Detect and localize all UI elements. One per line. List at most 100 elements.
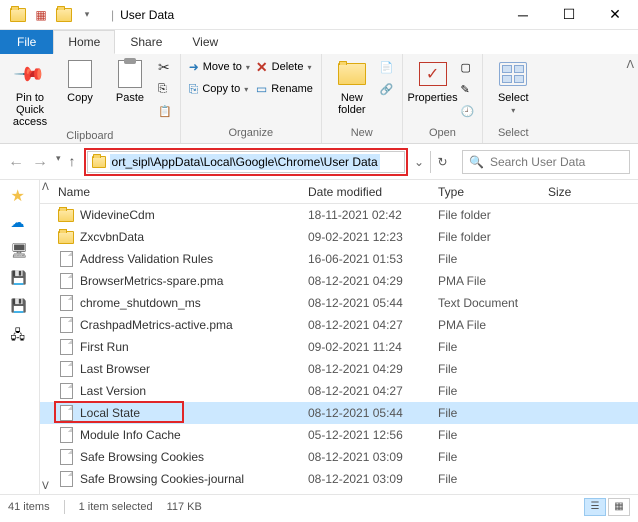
tab-share[interactable]: Share	[115, 30, 177, 54]
status-size: 117 KB	[167, 501, 202, 513]
tab-home[interactable]: Home	[53, 30, 115, 54]
maximize-button[interactable]: ☐	[546, 0, 592, 30]
moveto-icon: ➜	[189, 60, 199, 74]
file-type: Text Document	[430, 296, 540, 310]
pin-quick-access-button[interactable]: 📌 Pin to Quick access	[6, 56, 54, 130]
file-row[interactable]: Last Browser08-12-2021 04:29File	[40, 358, 638, 380]
group-label-organize: Organize	[187, 127, 315, 141]
group-label-select: Select	[489, 127, 537, 141]
qat-dropdown-icon[interactable]: ▾	[77, 5, 97, 25]
paste-shortcut-button[interactable]: 📋	[156, 100, 174, 122]
sidebar-network-icon[interactable]: 🖧	[11, 326, 29, 344]
sidebar-drive-icon[interactable]: 💾	[11, 270, 29, 288]
thispc-icon[interactable]: 🖥	[11, 242, 29, 260]
file-row[interactable]: Address Validation Rules 16-06-2021 01:53…	[40, 248, 638, 270]
close-button[interactable]: ✕	[592, 0, 638, 30]
tab-file[interactable]: File	[0, 30, 53, 54]
file-type: File	[430, 406, 540, 420]
ribbon-collapse-icon[interactable]: ᐱ	[622, 54, 638, 143]
nav-up-button[interactable]: ↑	[69, 153, 76, 171]
status-selected: 1 item selected	[79, 501, 153, 513]
file-type: File	[430, 450, 540, 464]
moveto-button[interactable]: ➜Move to▾	[187, 56, 252, 78]
file-name: Local State	[80, 406, 140, 420]
delete-button[interactable]: ✕Delete▾	[254, 56, 315, 78]
file-name: Address Validation Rules	[80, 252, 213, 266]
minimize-button[interactable]: ─	[500, 0, 546, 30]
copy-button[interactable]: Copy	[56, 56, 104, 106]
new-item-button[interactable]: 📄	[378, 56, 396, 78]
file-icon	[58, 405, 74, 421]
rename-button[interactable]: ▭Rename	[254, 78, 315, 100]
app-folder-icon	[8, 5, 28, 25]
search-icon: 🔍	[469, 155, 484, 169]
address-dropdown-icon[interactable]: ⌄	[408, 155, 430, 169]
nav-pane[interactable]: ★ ☁ 🖥 💾 💾 🖧	[0, 180, 40, 494]
properties-button[interactable]: ✓ Properties	[409, 56, 457, 106]
refresh-button[interactable]: ↻	[430, 151, 454, 173]
cut-button[interactable]: ✂	[156, 56, 174, 78]
file-row[interactable]: Local State08-12-2021 05:44File	[40, 402, 638, 424]
qat-folder-icon[interactable]	[54, 5, 74, 25]
group-label-new: New	[328, 127, 396, 141]
view-details-button[interactable]: ☰	[584, 498, 606, 516]
titlebar: ▦ ▾ | User Data ─ ☐ ✕	[0, 0, 638, 30]
file-name: Safe Browsing Cookies-journal	[80, 472, 244, 486]
file-row[interactable]: Last Version08-12-2021 04:27File	[40, 380, 638, 402]
file-row[interactable]: ZxcvbnData09-02-2021 12:23File folder	[40, 226, 638, 248]
copyto-button[interactable]: ⎘Copy to▾	[187, 78, 252, 100]
ribbon: 📌 Pin to Quick access Copy Paste ✂ ⎘ 📋 C…	[0, 54, 638, 144]
file-name: ZxcvbnData	[80, 230, 144, 244]
file-row[interactable]: First Run09-02-2021 11:24File	[40, 336, 638, 358]
ribbon-tabs: File Home Share View	[0, 30, 638, 54]
nav-forward-button[interactable]: →	[32, 153, 48, 171]
file-type: PMA File	[430, 274, 540, 288]
history-button[interactable]: 🕘	[459, 100, 477, 122]
col-header-date[interactable]: Date modified	[300, 185, 430, 199]
edit-button[interactable]: ✎	[459, 78, 477, 100]
paste-button[interactable]: Paste	[106, 56, 154, 106]
file-row[interactable]: WidevineCdm18-11-2021 02:42File folder	[40, 204, 638, 226]
col-header-name[interactable]: Name	[40, 185, 300, 199]
file-row[interactable]: Safe Browsing Cookies08-12-2021 03:09Fil…	[40, 446, 638, 468]
file-row[interactable]: chrome_shutdown_ms08-12-2021 05:44Text D…	[40, 292, 638, 314]
copy-path-button[interactable]: ⎘	[156, 78, 174, 100]
file-type: File	[430, 362, 540, 376]
paste-icon	[114, 58, 146, 90]
col-header-size[interactable]: Size	[540, 185, 638, 199]
onedrive-icon[interactable]: ☁	[11, 214, 29, 232]
qat-properties-icon[interactable]: ▦	[31, 5, 51, 25]
nav-back-button[interactable]: ←	[8, 153, 24, 171]
scroll-up-icon[interactable]: ᐱ	[42, 182, 49, 193]
easy-access-button[interactable]: 🔗	[378, 78, 396, 100]
file-row[interactable]: Module Info Cache05-12-2021 12:56File	[40, 424, 638, 446]
file-row[interactable]: BrowserMetrics-spare.pma08-12-2021 04:29…	[40, 270, 638, 292]
file-date: 18-11-2021 02:42	[300, 208, 430, 222]
file-type: File folder	[430, 230, 540, 244]
ribbon-group-organize: ➜Move to▾ ⎘Copy to▾ ✕Delete▾ ▭Rename Org…	[181, 54, 322, 143]
view-icons-button[interactable]: ▦	[608, 498, 630, 516]
scroll-down-icon[interactable]: ᐯ	[42, 481, 49, 492]
file-row[interactable]: Safe Browsing Cookies-journal08-12-2021 …	[40, 468, 638, 490]
open-button[interactable]: ▢	[459, 56, 477, 78]
file-date: 16-06-2021 01:53	[300, 252, 430, 266]
nav-history-dropdown[interactable]: ▾	[56, 153, 61, 171]
pin-icon: 📌	[7, 51, 52, 96]
file-type: File	[430, 428, 540, 442]
new-folder-button[interactable]: New folder	[328, 56, 376, 118]
edit-icon: ✎	[461, 83, 470, 96]
quick-access-icon[interactable]: ★	[11, 186, 29, 204]
select-button[interactable]: Select ▾	[489, 56, 537, 117]
tab-view[interactable]: View	[177, 30, 233, 54]
navigation-bar: ← → ▾ ↑ ort_sipl\AppData\Local\Google\Ch…	[0, 144, 638, 180]
address-path[interactable]: ort_sipl\AppData\Local\Google\Chrome\Use…	[110, 154, 380, 170]
copy-icon	[64, 58, 96, 90]
file-icon	[58, 361, 74, 377]
new-item-icon: 📄	[380, 61, 394, 74]
file-row[interactable]: CrashpadMetrics-active.pma08-12-2021 04:…	[40, 314, 638, 336]
sidebar-drive2-icon[interactable]: 💾	[11, 298, 29, 316]
col-header-type[interactable]: Type	[430, 185, 540, 199]
address-bar[interactable]: ort_sipl\AppData\Local\Google\Chrome\Use…	[87, 151, 405, 173]
file-icon	[58, 273, 74, 289]
search-input[interactable]: 🔍 Search User Data	[462, 150, 630, 174]
